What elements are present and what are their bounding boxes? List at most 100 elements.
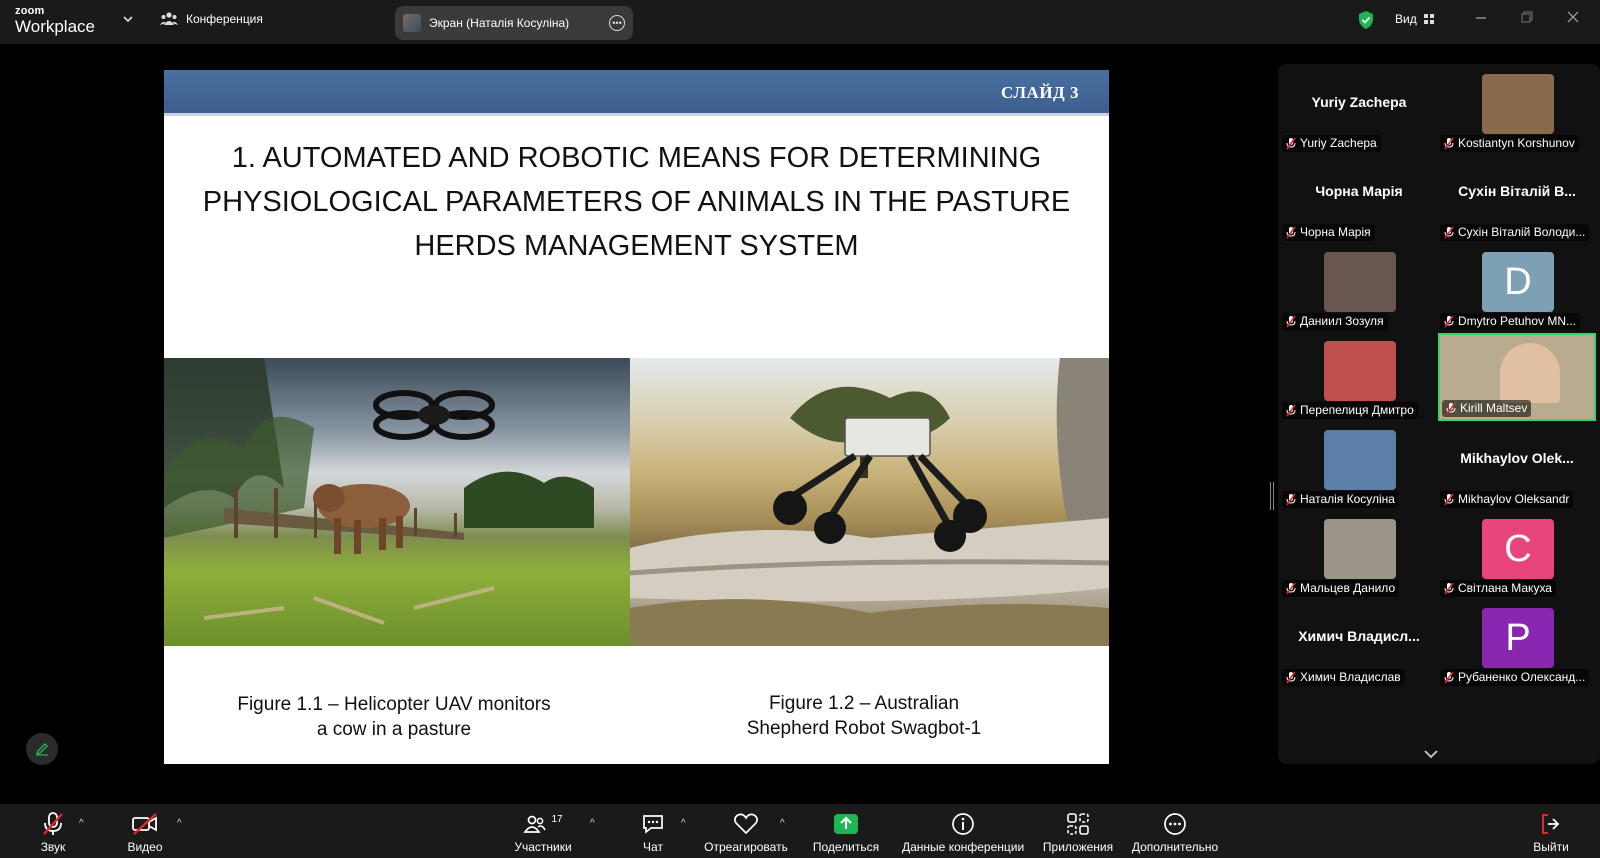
leave-button[interactable]: Выйти (1528, 810, 1574, 854)
chevron-down-icon[interactable] (1422, 748, 1440, 760)
more-options-icon[interactable]: ••• (609, 15, 625, 31)
close-icon[interactable] (1566, 10, 1580, 24)
participant-tile[interactable]: Мальцев Данило (1280, 511, 1438, 599)
slide-title: 1. AUTOMATED AND ROBOTIC MEANS FOR DETER… (202, 142, 1071, 262)
apps-icon (1067, 813, 1089, 835)
mic-muted-icon (1286, 493, 1296, 506)
chat-options-caret[interactable]: ^ (681, 818, 686, 829)
camera-off-icon (132, 813, 157, 835)
screen-share-label: Экран (Наталія Косуліна) (429, 16, 570, 30)
screen-share-indicator[interactable]: Экран (Наталія Косуліна) ••• (395, 6, 633, 40)
shield-check-icon[interactable] (1357, 10, 1375, 30)
chat-label: Чат (643, 840, 663, 854)
react-label: Отреагировать (704, 840, 788, 854)
participant-name-label: Чорна Марія (1282, 224, 1375, 241)
leave-label: Выйти (1533, 840, 1569, 854)
video-options-caret[interactable]: ^ (177, 818, 182, 829)
slide-number: СЛАЙД 3 (1001, 83, 1079, 102)
participant-display-name: Сухін Віталій В... (1458, 183, 1576, 199)
audio-label: Звук (40, 840, 66, 854)
participants-label: Участники (514, 840, 572, 854)
participant-name-label: Mikhaylov Oleksandr (1440, 491, 1574, 508)
participant-name: Kostiantyn Korshunov (1458, 136, 1575, 150)
shared-slide: СЛАЙД 3 1. AUTOMATED AND ROBOTIC MEANS F… (164, 70, 1109, 764)
mic-muted-icon (1286, 582, 1296, 595)
mic-muted-icon (1444, 493, 1454, 506)
participant-display-name: Чорна Марія (1315, 183, 1403, 199)
participant-tile[interactable]: Yuriy Zachepa Yuriy Zachepa (1280, 66, 1438, 154)
figure-uav-cow (164, 358, 630, 646)
participant-tile[interactable]: Kostiantyn Korshunov (1438, 66, 1596, 154)
participant-avatar (1324, 341, 1396, 401)
participant-name-label: Kostiantyn Korshunov (1440, 135, 1579, 152)
audio-button[interactable]: Звук (33, 810, 73, 854)
caption-1-line-1: Figure 1.1 – Helicopter UAV monitors (237, 694, 551, 715)
more-button[interactable]: Дополнительно (1130, 810, 1220, 854)
more-label: Дополнительно (1131, 840, 1219, 854)
grid-view-icon (1423, 14, 1434, 24)
participant-avatar (1482, 74, 1554, 134)
share-screen-icon (834, 814, 858, 834)
participant-tile[interactable]: Чорна Марія Чорна Марія (1280, 155, 1438, 243)
apps-label: Приложения (1042, 840, 1114, 854)
audio-options-caret[interactable]: ^ (79, 818, 84, 829)
participant-name-label: Yuriy Zachepa (1282, 135, 1381, 152)
conference-button[interactable]: Конференция (160, 11, 263, 27)
conference-label: Конференция (186, 12, 263, 26)
slide-header: СЛАЙД 3 (164, 70, 1109, 116)
participant-name-label: Химич Владислав (1282, 669, 1405, 686)
react-options-caret[interactable]: ^ (780, 818, 785, 829)
participants-count: 17 (551, 813, 563, 825)
participant-tile[interactable]: Наталія Косуліна (1280, 422, 1438, 510)
chat-button[interactable]: Чат (633, 810, 673, 854)
caption-1-line-2: a cow in a pasture (316, 719, 472, 740)
info-icon (952, 813, 974, 835)
caption-2-line-2: Shepherd Robot Swagbot-1 (746, 718, 982, 739)
leave-icon (1542, 814, 1560, 834)
mic-muted-icon (1286, 137, 1296, 150)
participant-name: Химич Владислав (1300, 670, 1401, 684)
panel-resize-handle[interactable] (1270, 482, 1274, 510)
annotate-button[interactable] (26, 733, 58, 765)
more-dots-icon (1164, 813, 1186, 835)
apps-button[interactable]: Приложения (1040, 810, 1116, 854)
participant-tile[interactable]: Химич Владисл... Химич Владислав (1280, 600, 1438, 688)
participants-options-caret[interactable]: ^ (590, 818, 595, 829)
mic-muted-icon (43, 812, 63, 835)
participant-name: Рубаненко Олександ... (1458, 670, 1586, 684)
view-button[interactable]: Вид (1395, 12, 1435, 26)
react-button[interactable]: Отреагировать (702, 810, 790, 854)
participant-tile[interactable]: Сухін Віталій В... Сухін Віталій Володи..… (1438, 155, 1596, 243)
sharer-avatar (403, 14, 421, 32)
video-button[interactable]: Видео (120, 810, 170, 854)
caption-2-line-1: Figure 1.2 – Australian (768, 693, 960, 714)
chevron-down-icon[interactable] (121, 12, 135, 26)
participant-name-label: Рубаненко Олександ... (1440, 669, 1590, 686)
minimize-icon[interactable] (1474, 10, 1488, 24)
participants-button[interactable]: 17 Участники (510, 810, 576, 855)
participant-tile[interactable]: Даниил Зозуля (1280, 244, 1438, 332)
participant-tile[interactable]: P Рубаненко Олександ... (1438, 600, 1596, 688)
mic-muted-icon (1444, 315, 1454, 328)
brand-top: zoom (15, 5, 45, 17)
chat-icon (643, 815, 663, 834)
participant-tile[interactable]: Kirill Maltsev (1438, 333, 1596, 421)
meeting-info-button[interactable]: Данные конференции (902, 810, 1024, 854)
participant-name-label: Наталія Косуліна (1282, 491, 1399, 508)
participant-gallery: Yuriy Zachepa Yuriy Zachepa Kostiantyn Kor… (1278, 64, 1600, 764)
view-label: Вид (1395, 12, 1417, 26)
participant-tile[interactable]: D Dmytro Petuhov MN... (1438, 244, 1596, 332)
participant-tile[interactable]: Перепелиця Дмитро (1280, 333, 1438, 421)
participant-name: Світлана Макуха (1458, 581, 1552, 595)
participant-initial-avatar: P (1482, 608, 1554, 668)
participant-name-label: Kirill Maltsev (1442, 400, 1532, 417)
participant-tile[interactable]: C Світлана Макуха (1438, 511, 1596, 599)
restore-icon[interactable] (1520, 10, 1534, 24)
participant-display-name: Mikhaylov Olek... (1460, 450, 1574, 466)
participant-initial-avatar: D (1482, 252, 1554, 312)
participant-tile[interactable]: Mikhaylov Olek... Mikhaylov Oleksandr (1438, 422, 1596, 510)
share-screen-button[interactable]: Поделиться (811, 810, 881, 854)
heart-icon (734, 813, 758, 835)
video-label: Видео (127, 840, 163, 854)
participant-name: Перепелиця Дмитро (1300, 403, 1414, 417)
